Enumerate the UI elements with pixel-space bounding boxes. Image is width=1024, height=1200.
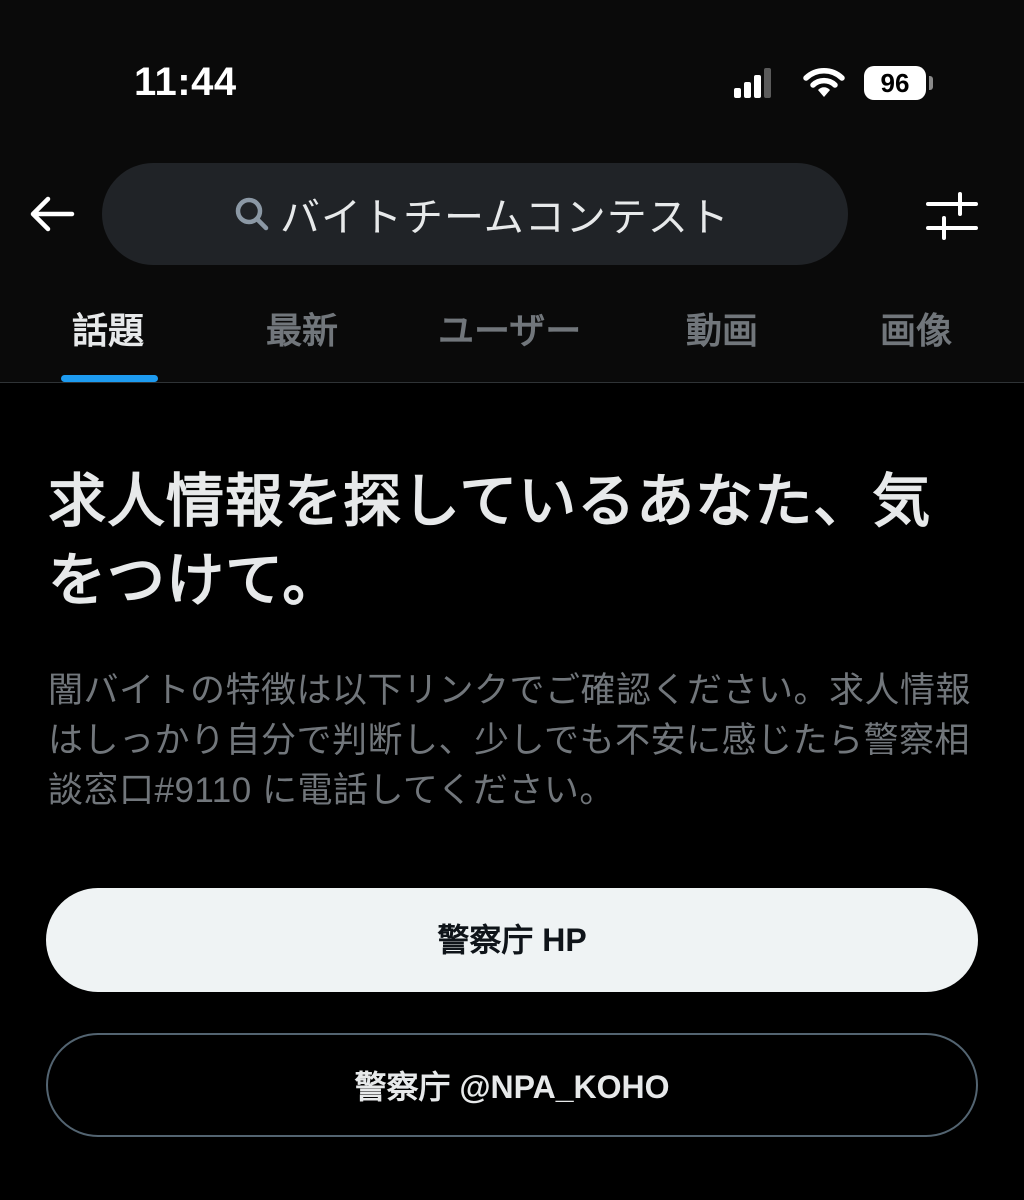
tab-divider	[0, 382, 1024, 383]
battery-indicator: 96	[864, 66, 926, 100]
tab-latest[interactable]: 最新	[266, 302, 338, 354]
notice-description: 闇バイトの特徴は以下リンクでご確認ください。求人情報はしっかり自分で判断し、少し…	[48, 671, 972, 810]
tab-images[interactable]: 画像	[880, 302, 952, 354]
wifi-icon	[803, 68, 845, 97]
notice-headline: 求人情報を探しているあなた、気をつけて。	[48, 469, 932, 613]
search-icon	[235, 197, 269, 231]
tab-users[interactable]: ユーザー	[438, 302, 581, 354]
active-tab-indicator	[61, 375, 158, 382]
arrow-left-icon[interactable]	[24, 186, 80, 242]
search-input[interactable]: バイトチームコンテスト	[102, 163, 848, 265]
cellular-signal-icon	[734, 68, 771, 98]
search-query: バイトチームコンテスト	[280, 196, 730, 240]
npa-homepage-button[interactable]: 警察庁 HP	[46, 888, 978, 992]
status-time: 11:44	[134, 60, 237, 104]
sliders-icon[interactable]	[924, 190, 980, 242]
search-content: バイトチームコンテスト	[232, 163, 730, 265]
tab-trending[interactable]: 話題	[72, 302, 144, 354]
battery-cap	[929, 76, 933, 90]
npa-account-button[interactable]: 警察庁 @NPA_KOHO	[46, 1033, 978, 1137]
tab-videos[interactable]: 動画	[686, 302, 758, 354]
